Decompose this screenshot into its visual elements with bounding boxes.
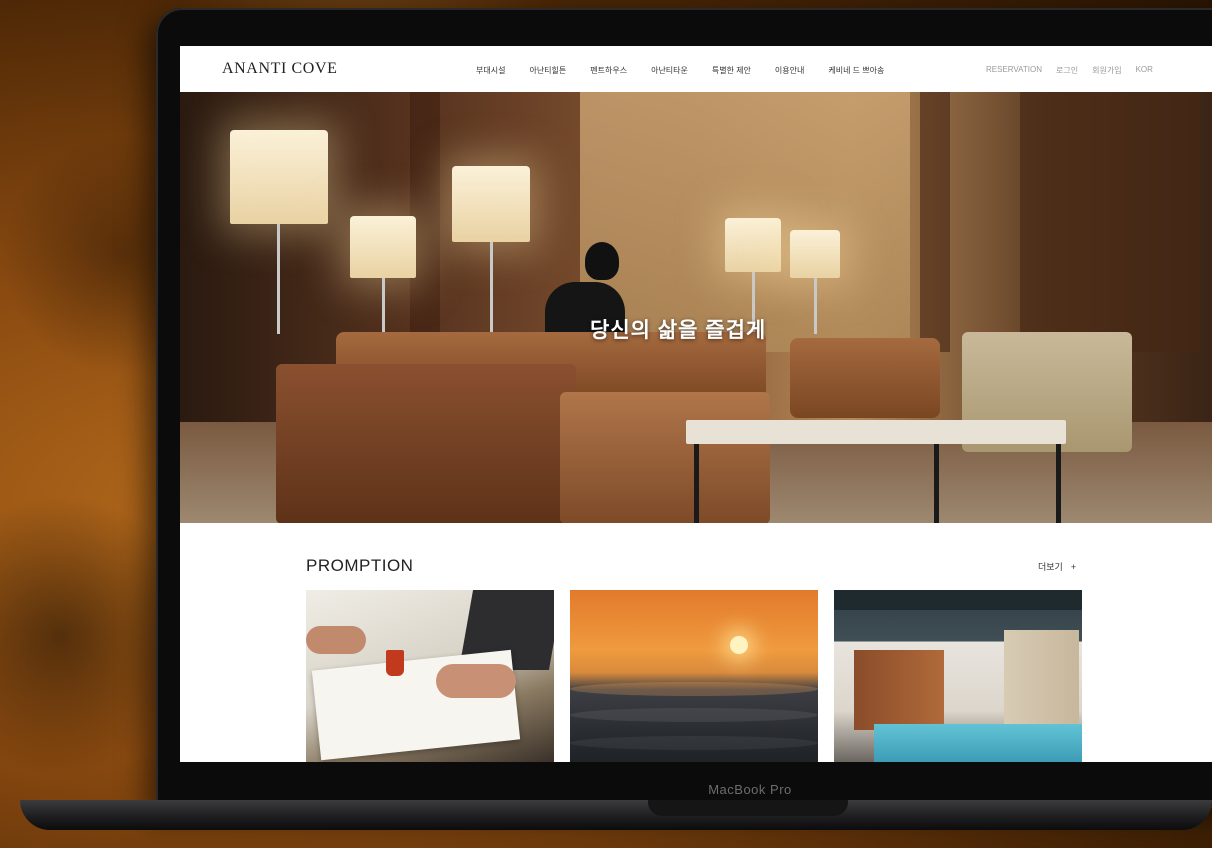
sun-icon (730, 636, 748, 654)
nav-item-facilities[interactable]: 부대시설 (476, 65, 505, 76)
pool (874, 724, 1082, 762)
cup-icon (386, 650, 404, 676)
hand (306, 626, 366, 654)
wave (570, 682, 818, 696)
main-nav: 부대시설 아난티힐튼 펜트하우스 아난티타운 특별한 제안 이용안내 케비네 드… (476, 65, 884, 76)
language-link[interactable]: KOR (1136, 65, 1153, 76)
reservation-link[interactable]: RESERVATION (986, 65, 1042, 76)
site-header: ANANTI COVE 부대시설 아난티힐튼 펜트하우스 아난티타운 특별한 제… (180, 46, 1212, 93)
utility-nav: RESERVATION 로그인 회원가입 KOR (986, 65, 1153, 76)
promotion-title: PROMPTION (306, 556, 414, 575)
sofa (560, 392, 770, 523)
nav-item-penthouse[interactable]: 펜트하우스 (590, 65, 627, 76)
hero-banner: 당신의 삶을 즐겁게 (180, 92, 1212, 523)
wave (570, 736, 818, 750)
laptop-base (20, 800, 1212, 830)
nav-item-guide[interactable]: 이용안내 (775, 65, 804, 76)
hero-panel (1020, 92, 1200, 352)
more-link[interactable]: 더보기 + (1038, 560, 1076, 573)
device-brand-label: MacBook Pro (708, 782, 792, 797)
plus-icon: + (1070, 561, 1077, 572)
more-label: 더보기 (1038, 562, 1063, 572)
hero-panel (920, 92, 950, 352)
table-leg (694, 444, 699, 523)
nav-item-town[interactable]: 아난티타운 (651, 65, 688, 76)
sofa (276, 364, 576, 523)
promotion-card-sunset[interactable] (570, 590, 818, 762)
hero-headline: 당신의 삶을 즐겁게 (590, 319, 767, 342)
nav-item-cabinet[interactable]: 케비네 드 쁘아송 (828, 65, 884, 76)
wood-wall (854, 650, 944, 730)
sofa (790, 338, 940, 418)
login-link[interactable]: 로그인 (1056, 65, 1078, 76)
coffee-table (686, 420, 1066, 444)
ceiling (834, 590, 1082, 610)
signup-link[interactable]: 회원가입 (1092, 65, 1121, 76)
browser-screen: ANANTI COVE 부대시설 아난티힐튼 펜트하우스 아난티타운 특별한 제… (180, 46, 1212, 762)
wave (570, 708, 818, 722)
laptop-notch (648, 800, 848, 816)
promotion-card-meeting[interactable] (306, 590, 554, 762)
site-logo[interactable]: ANANTI COVE (222, 60, 337, 78)
table-leg (934, 444, 939, 523)
nav-item-special-offers[interactable]: 특별한 제안 (712, 65, 751, 76)
promotion-card-pool[interactable] (834, 590, 1082, 762)
hand (436, 664, 516, 698)
nav-item-hilton[interactable]: 아난티힐튼 (529, 65, 566, 76)
window (1004, 630, 1079, 730)
table-leg (1056, 444, 1061, 523)
